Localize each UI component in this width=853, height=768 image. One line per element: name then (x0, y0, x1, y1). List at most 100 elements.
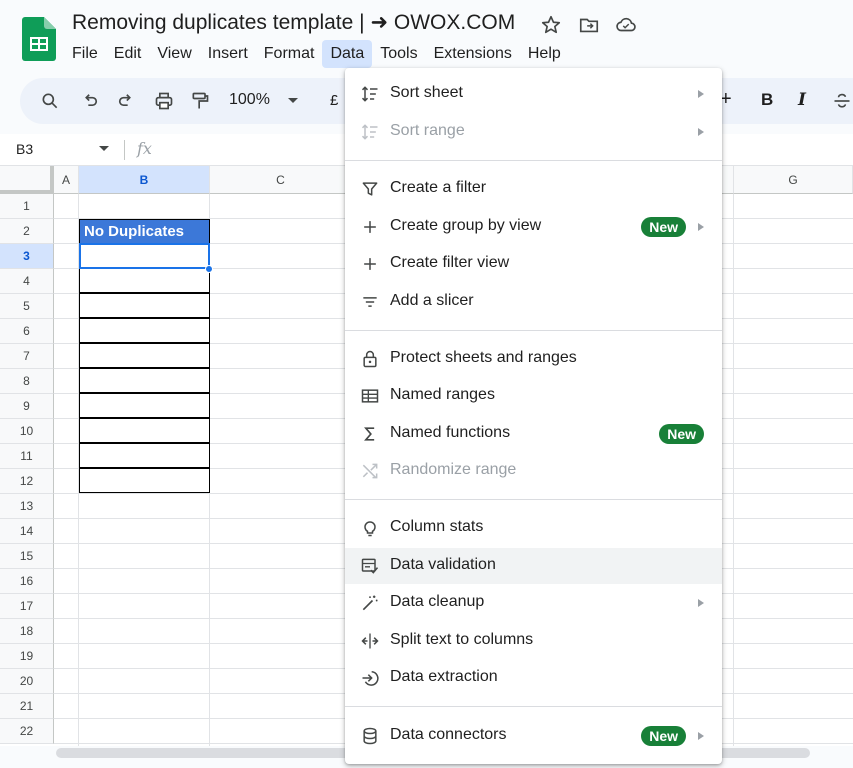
row-header[interactable]: 6 (0, 319, 54, 344)
menu-item-data-cleanup[interactable]: Data cleanup (345, 585, 722, 621)
menu-item-sort-sheet[interactable]: Sort sheet (345, 76, 722, 112)
menu-item-label: Protect sheets and ranges (390, 349, 577, 366)
row-header[interactable]: 17 (0, 594, 54, 619)
cell-b7[interactable] (79, 343, 210, 368)
row-header[interactable]: 4 (0, 269, 54, 294)
row-header[interactable]: 13 (0, 494, 54, 519)
menu-item-column-stats[interactable]: Column stats (345, 510, 722, 546)
row-header[interactable]: 21 (0, 694, 54, 719)
select-all-corner[interactable] (0, 166, 54, 194)
cell-b5[interactable] (79, 293, 210, 318)
row-header[interactable]: 5 (0, 294, 54, 319)
cell-b8[interactable] (79, 368, 210, 393)
active-cell-b3[interactable] (79, 243, 210, 269)
menu-file[interactable]: File (64, 40, 106, 68)
data-menu: Sort sheet Sort range Create a filter Cr… (345, 68, 722, 764)
currency-format-button[interactable]: £ (330, 92, 338, 109)
menu-edit[interactable]: Edit (106, 40, 150, 68)
redo-icon[interactable] (114, 89, 138, 113)
menu-item-protect[interactable]: Protect sheets and ranges (345, 341, 722, 377)
menu-item-add-slicer[interactable]: Add a slicer (345, 284, 722, 320)
slicer-icon (360, 292, 380, 312)
sigma-icon (360, 424, 380, 444)
menu-extensions[interactable]: Extensions (426, 40, 520, 68)
menu-bar: File Edit View Insert Format Data Tools … (64, 40, 569, 68)
column-header-c[interactable]: C (210, 166, 352, 194)
paint-format-icon[interactable] (188, 89, 212, 113)
star-icon[interactable] (540, 14, 562, 36)
menu-item-label: Randomize range (390, 461, 517, 478)
gridline (733, 194, 734, 746)
menu-item-create-filter[interactable]: Create a filter (345, 171, 722, 207)
menu-item-split-text[interactable]: Split text to columns (345, 623, 722, 659)
row-header[interactable]: 20 (0, 669, 54, 694)
sort-icon (360, 84, 380, 104)
menu-item-create-group-by-view[interactable]: Create group by view New (345, 209, 722, 245)
row-header[interactable]: 3 (0, 244, 54, 269)
row-header[interactable]: 7 (0, 344, 54, 369)
row-header[interactable]: 2 (0, 219, 54, 244)
menu-item-data-validation[interactable]: Data validation (345, 548, 722, 584)
menu-item-named-functions[interactable]: Named functions New (345, 416, 722, 452)
row-header[interactable]: 14 (0, 519, 54, 544)
cell-b4[interactable] (79, 268, 210, 293)
italic-button[interactable]: I (798, 90, 806, 110)
menu-item-data-extraction[interactable]: Data extraction (345, 660, 722, 696)
row-header[interactable]: 1 (0, 194, 54, 219)
move-folder-icon[interactable] (578, 14, 600, 36)
print-icon[interactable] (152, 89, 176, 113)
menu-insert[interactable]: Insert (200, 40, 256, 68)
menu-item-label: Data extraction (390, 668, 498, 685)
row-header[interactable]: 22 (0, 719, 54, 744)
column-header-g[interactable]: G (734, 166, 853, 194)
row-header[interactable]: 19 (0, 644, 54, 669)
menu-item-label: Column stats (390, 518, 484, 535)
menu-tools[interactable]: Tools (372, 40, 425, 68)
fill-handle[interactable] (205, 265, 213, 273)
submenu-arrow-icon (698, 732, 704, 740)
column-header-b[interactable]: B (79, 166, 210, 194)
undo-icon[interactable] (78, 89, 102, 113)
app-header: Removing duplicates template | ➜ OWOX.CO… (0, 0, 853, 76)
strikethrough-icon[interactable] (830, 89, 853, 113)
column-header-a[interactable]: A (54, 166, 79, 194)
menu-data[interactable]: Data (322, 40, 373, 68)
cell-b6[interactable] (79, 318, 210, 343)
bold-button[interactable]: B (761, 90, 773, 110)
menu-item-data-connectors[interactable]: Data connectors New (345, 718, 722, 754)
menu-item-sort-range: Sort range (345, 114, 722, 150)
row-header[interactable]: 12 (0, 469, 54, 494)
row-header[interactable]: 18 (0, 619, 54, 644)
cell-b10[interactable] (79, 418, 210, 443)
row-header[interactable]: 10 (0, 419, 54, 444)
fx-icon: fx (137, 139, 152, 158)
row-header[interactable]: 11 (0, 444, 54, 469)
zoom-dropdown-icon[interactable] (288, 98, 298, 103)
menu-item-label: Named ranges (390, 386, 495, 403)
sheets-logo-icon[interactable] (22, 17, 56, 61)
formula-bar-divider (124, 140, 125, 160)
row-header[interactable]: 16 (0, 569, 54, 594)
document-title[interactable]: Removing duplicates template | ➜ OWOX.CO… (72, 10, 515, 35)
cell-b2[interactable]: No Duplicates (79, 219, 210, 244)
cloud-status-icon[interactable] (615, 14, 637, 36)
menu-format[interactable]: Format (256, 40, 323, 68)
menu-item-label: Sort sheet (390, 84, 463, 101)
data-extraction-icon (360, 668, 380, 688)
menu-help[interactable]: Help (520, 40, 569, 68)
row-header[interactable]: 15 (0, 544, 54, 569)
cell-b9[interactable] (79, 393, 210, 418)
menu-item-named-ranges[interactable]: Named ranges (345, 378, 722, 414)
new-badge: New (641, 217, 686, 237)
sort-icon (360, 122, 380, 142)
cell-b12[interactable] (79, 468, 210, 493)
name-box-dropdown-icon[interactable] (99, 146, 109, 151)
name-box[interactable]: B3 (16, 141, 33, 157)
row-header[interactable]: 9 (0, 394, 54, 419)
zoom-select[interactable]: 100% (229, 91, 270, 109)
search-menus-icon[interactable] (38, 89, 62, 113)
row-header[interactable]: 8 (0, 369, 54, 394)
cell-b11[interactable] (79, 443, 210, 468)
menu-view[interactable]: View (149, 40, 199, 68)
menu-item-create-filter-view[interactable]: Create filter view (345, 246, 722, 282)
